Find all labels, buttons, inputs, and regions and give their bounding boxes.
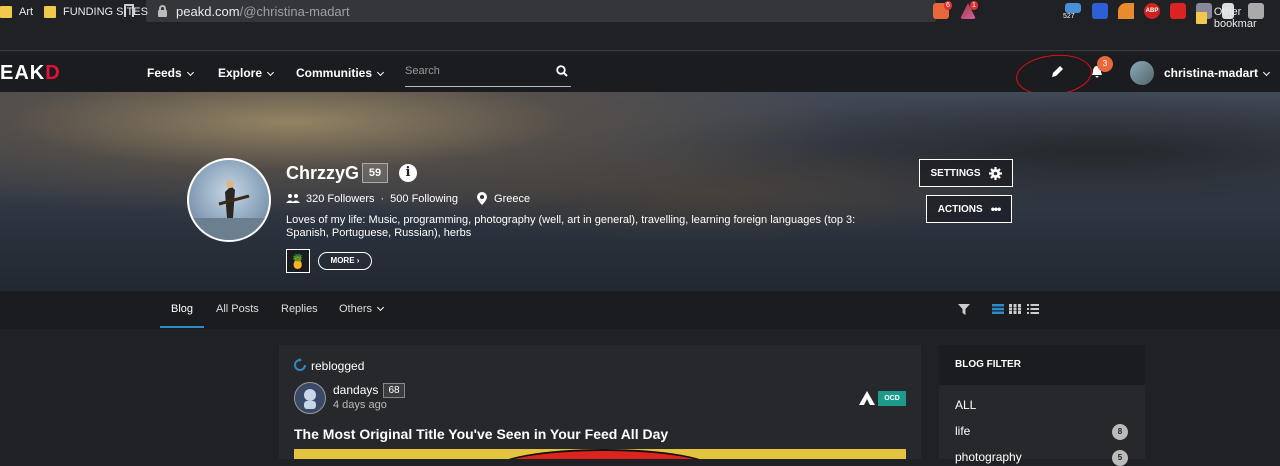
location-label: Greece: [494, 193, 531, 205]
filter-item-photography[interactable]: photography: [955, 450, 1022, 464]
gear-icon: [988, 166, 1002, 180]
more-button[interactable]: MORE ›: [318, 252, 372, 270]
filter-item-life[interactable]: life: [955, 424, 970, 438]
location-icon: [477, 192, 488, 205]
compact-view-icon[interactable]: [1027, 304, 1039, 314]
author-avatar-image: [304, 389, 316, 409]
active-tab-underline: [160, 326, 204, 328]
logo-main: EAK: [0, 62, 46, 84]
rss-icon[interactable]: [1118, 3, 1134, 19]
post-thumbnail[interactable]: [294, 449, 906, 459]
info-icon[interactable]: i: [399, 164, 417, 182]
folder-icon: [44, 6, 56, 18]
search-input[interactable]: [405, 65, 545, 77]
bookmark-label: Art: [19, 6, 34, 18]
url-text[interactable]: peakd.com/@christina-madart: [176, 4, 350, 19]
chevron-down-icon: [186, 68, 194, 77]
url-host: peakd.com: [176, 4, 240, 19]
reblogged-label: reblogged: [311, 359, 365, 373]
following-count[interactable]: 500 Following: [390, 193, 458, 205]
notification-badge: 3: [1097, 56, 1113, 72]
profile-stats: 320 Followers · 500 Following Greece: [286, 192, 530, 206]
settings-button[interactable]: SETTINGS: [919, 159, 1013, 187]
filter-icon[interactable]: [958, 304, 970, 315]
post-time[interactable]: 4 days ago: [333, 399, 387, 411]
profile-tabbar: Blog All Posts Replies Others: [0, 291, 1280, 329]
list-view-icon[interactable]: [992, 304, 1004, 314]
tab-all-posts[interactable]: All Posts: [216, 303, 259, 315]
thumbnail-shape: [494, 449, 714, 459]
post-author[interactable]: dandays: [333, 383, 378, 397]
search-icon[interactable]: [556, 65, 568, 77]
url-path: /@christina-madart: [239, 4, 350, 19]
user-menu[interactable]: christina-madart: [1164, 66, 1271, 80]
grid-view-icon[interactable]: [1009, 304, 1021, 314]
tab-others-label: Others: [339, 303, 373, 315]
community-logo-icon[interactable]: [859, 391, 875, 405]
actions-button[interactable]: ACTIONS •••: [926, 195, 1012, 223]
more-label: MORE: [330, 256, 355, 265]
mail-count: 527: [1063, 13, 1075, 20]
nav-communities[interactable]: Communities: [296, 66, 385, 80]
reputation-badge: 59: [362, 163, 388, 183]
other-bookmarks-label: Other bookmar: [1213, 6, 1257, 30]
followers-icon: [286, 194, 300, 203]
chevron-down-icon: [376, 303, 385, 312]
post-title[interactable]: The Most Original Title You've Seen in Y…: [294, 426, 668, 442]
pdf-icon[interactable]: [1170, 3, 1186, 19]
brave-badge: 6: [944, 1, 952, 10]
filter-count-badge: 8: [1112, 424, 1128, 440]
filter-item-all[interactable]: ALL: [955, 398, 976, 412]
reblog-icon: [294, 358, 306, 371]
bookmark-label: FUNDING SITES: [63, 6, 148, 18]
post-author-avatar[interactable]: [294, 382, 326, 414]
nav-explore[interactable]: Explore: [218, 66, 275, 80]
user-avatar[interactable]: [1130, 61, 1154, 85]
nav-communities-label: Communities: [296, 66, 373, 80]
profile-avatar[interactable]: [187, 158, 271, 242]
nav-explore-label: Explore: [218, 66, 263, 80]
blog-filter-title: BLOG FILTER: [955, 359, 1021, 370]
profile-bio: Loves of my life: Music, programming, ph…: [286, 214, 856, 239]
username-label: christina-madart: [1164, 66, 1259, 80]
chevron-down-icon: [376, 68, 385, 77]
nav-feeds[interactable]: Feeds: [147, 66, 194, 80]
tab-blog[interactable]: Blog: [171, 303, 193, 315]
post-author-reputation: 68: [383, 383, 405, 398]
mail-extension-icon[interactable]: [1065, 3, 1081, 13]
logo-accent: D: [45, 62, 61, 84]
nav-feeds-label: Feeds: [147, 66, 182, 80]
blue-extension-icon[interactable]: [1092, 3, 1108, 19]
search-box: [405, 61, 571, 87]
bookmark-art[interactable]: Art: [0, 6, 33, 18]
other-bookmarks[interactable]: Other bookmar: [1196, 6, 1280, 30]
ocd-community-badge[interactable]: OCD: [878, 391, 906, 406]
bookmark-funding-sites[interactable]: FUNDING SITES: [44, 6, 148, 18]
actions-label: ACTIONS: [937, 203, 983, 215]
stats-separator: ·: [380, 193, 385, 205]
followers-count[interactable]: 320 Followers: [306, 193, 374, 205]
profile-name: ChrzzyG: [286, 163, 360, 183]
folder-icon: [0, 6, 12, 18]
pineapple-badge-icon[interactable]: 🍍: [286, 249, 310, 273]
folder-icon: [1196, 12, 1207, 24]
bookmarks-bar: [0, 24, 1280, 51]
profile-avatar-image: [189, 180, 269, 240]
adblock-icon[interactable]: ABP: [1144, 3, 1160, 19]
lock-icon[interactable]: [158, 5, 167, 17]
more-dots-icon: •••: [990, 202, 1002, 216]
peakd-logo[interactable]: EAKD: [0, 62, 61, 85]
tab-others[interactable]: Others: [339, 303, 385, 315]
chevron-down-icon: [1262, 68, 1271, 77]
tab-replies[interactable]: Replies: [281, 303, 318, 315]
alert-badge: 1: [970, 1, 978, 10]
filter-count-badge: 5: [1112, 450, 1128, 466]
settings-label: SETTINGS: [930, 167, 981, 179]
chevron-down-icon: [266, 68, 275, 77]
